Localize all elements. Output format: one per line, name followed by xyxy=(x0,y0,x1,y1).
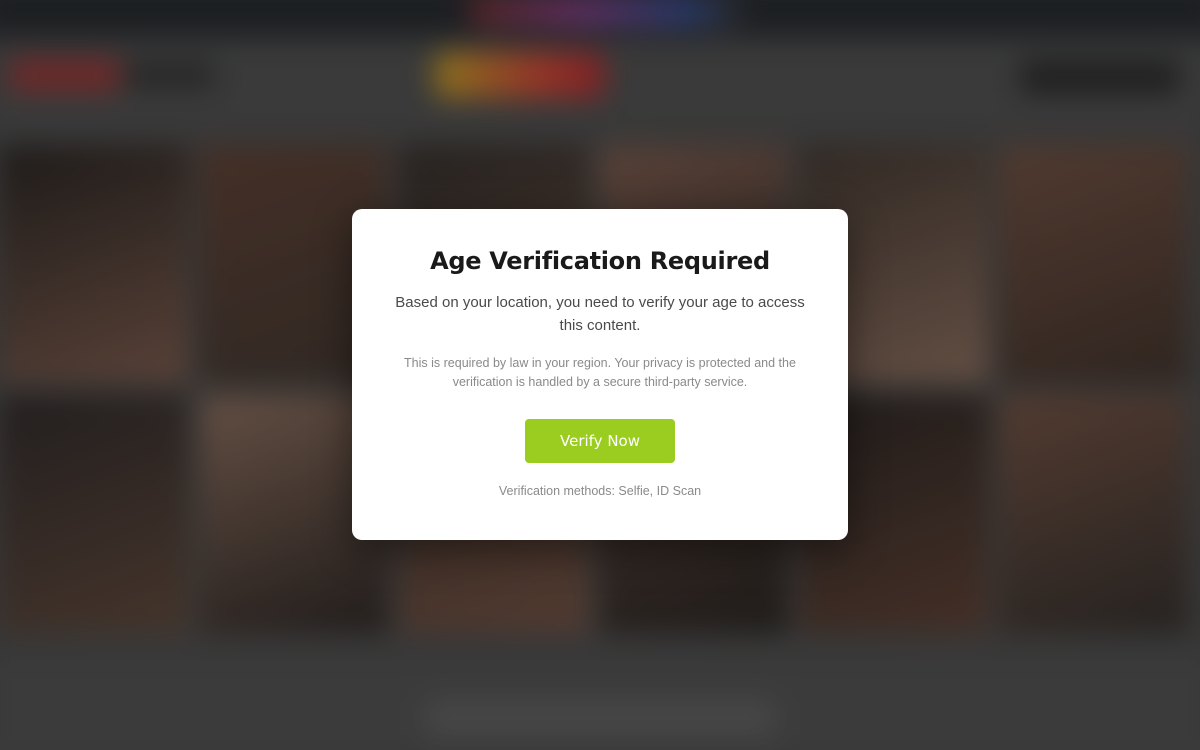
modal-title: Age Verification Required xyxy=(430,247,770,275)
modal-description: Based on your location, you need to veri… xyxy=(395,294,805,334)
modal-privacy-note: This is required by law in your region. … xyxy=(404,356,796,389)
age-verification-modal: Age Verification Required Based on your … xyxy=(352,209,848,540)
verification-methods-text: Verification methods: Selfie, ID Scan xyxy=(498,484,702,498)
verify-now-button[interactable]: Verify Now xyxy=(525,419,675,463)
page: Age Verification Required Based on your … xyxy=(0,0,1200,750)
